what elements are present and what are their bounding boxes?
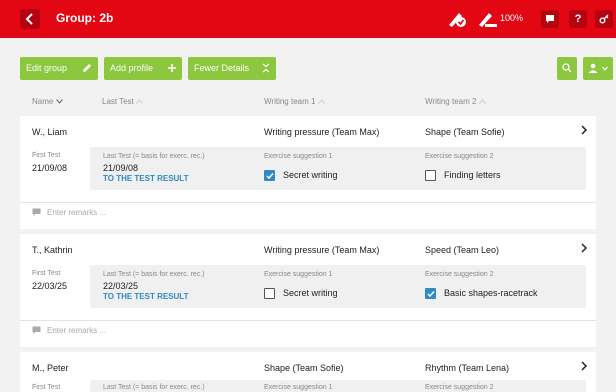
writing-team-2-value: Rhythm (Team Lena)	[425, 363, 510, 373]
column-header-writing-team-1[interactable]: Writing team 1	[264, 97, 325, 106]
sort-up-icon	[136, 99, 143, 104]
remarks-input[interactable]: Enter remarks ...	[47, 208, 106, 217]
edit-group-label: Edit group	[26, 63, 68, 73]
pen-check-icon[interactable]	[446, 10, 468, 28]
test-details-box: Last Test (= basis for exerc. rec.) 21/0…	[90, 147, 586, 190]
fewer-details-button[interactable]: Fewer Details	[188, 57, 276, 80]
pen-zoom-icon[interactable]	[476, 10, 498, 28]
add-profile-label: Add profile	[110, 63, 154, 73]
edit-group-button[interactable]: Edit group	[20, 57, 98, 80]
settings-button[interactable]	[595, 10, 613, 28]
chevron-right-icon[interactable]	[580, 361, 588, 371]
comment-icon	[32, 208, 41, 216]
student-name: T., Kathrin	[32, 245, 73, 255]
first-test-label: First Test	[32, 270, 61, 277]
checkmark-icon	[427, 291, 435, 298]
student-card[interactable]: T., Kathrin Writing pressure (Team Max) …	[20, 234, 596, 347]
column-writing-team-1-label: Writing team 1	[264, 97, 316, 106]
remarks-input[interactable]: Enter remarks ...	[47, 326, 106, 335]
key-icon	[599, 14, 609, 24]
user-icon	[588, 63, 598, 73]
user-menu-button[interactable]	[583, 57, 613, 80]
divider	[20, 202, 596, 203]
last-test-date: 21/09/08	[103, 163, 139, 173]
sort-down-icon	[55, 99, 63, 104]
writing-team-1-value: Writing pressure (Team Max)	[264, 127, 380, 137]
search-button[interactable]	[557, 57, 577, 80]
sort-up-icon	[317, 99, 325, 104]
exercise-1-label: Exercise suggestion 1	[264, 271, 333, 278]
exercise-1-name: Secret writing	[283, 288, 338, 298]
writing-team-2-value: Speed (Team Leo)	[425, 245, 500, 255]
help-button[interactable]: ?	[569, 10, 587, 28]
chevron-left-icon	[25, 13, 33, 25]
page-title: Group: 2b	[56, 11, 114, 25]
collapse-icon	[262, 63, 270, 73]
exercise-2-label: Exercise suggestion 2	[425, 384, 494, 391]
pencil-icon	[83, 64, 91, 72]
comment-button[interactable]	[541, 10, 559, 28]
first-test-date: 22/03/25	[32, 281, 68, 291]
chevron-right-icon[interactable]	[580, 125, 588, 135]
fewer-details-label: Fewer Details	[194, 63, 250, 73]
exercise-2-label: Exercise suggestion 2	[425, 153, 494, 160]
top-bar: Group: 2b 100% ?	[0, 0, 616, 38]
last-test-label: Last Test (= basis for exerc. rec.)	[103, 384, 205, 391]
exercise-1-checkbox[interactable]	[264, 288, 275, 299]
exercise-2-name: Finding letters	[444, 170, 501, 180]
exercise-1-checkbox[interactable]	[264, 170, 275, 181]
test-details-box: Last Test (= basis for exerc. rec.) 22/0…	[90, 265, 586, 308]
writing-team-2-value: Shape (Team Sofie)	[425, 127, 505, 137]
column-header-name[interactable]: Name	[32, 97, 63, 106]
test-result-link[interactable]: TO THE TEST RESULT	[103, 292, 188, 301]
last-test-label: Last Test (= basis for exerc. rec.)	[103, 153, 205, 160]
plus-icon	[168, 64, 176, 72]
last-test-label: Last Test (= basis for exerc. rec.)	[103, 271, 205, 278]
sort-up-icon	[478, 99, 486, 104]
zoom-level: 100%	[500, 13, 524, 23]
exercise-2-checkbox[interactable]	[425, 288, 436, 299]
exercise-2-label: Exercise suggestion 2	[425, 271, 494, 278]
column-header-last-test[interactable]: Last Test	[102, 97, 143, 106]
last-test-date: 22/03/25	[103, 281, 139, 291]
chevron-right-icon[interactable]	[580, 243, 588, 253]
chevron-down-icon	[602, 66, 608, 71]
student-name: M., Peter	[32, 363, 69, 373]
first-test-date: 21/09/08	[32, 163, 68, 173]
writing-team-1-value: Shape (Team Sofie)	[264, 363, 344, 373]
column-name-label: Name	[32, 97, 54, 106]
exercise-2-name: Basic shapes-racetrack	[444, 288, 538, 298]
first-test-label: First Test	[32, 384, 61, 391]
student-name: W., Liam	[32, 127, 68, 137]
exercise-2-checkbox[interactable]	[425, 170, 436, 181]
column-last-test-label: Last Test	[102, 97, 134, 106]
test-result-link[interactable]: TO THE TEST RESULT	[103, 174, 188, 183]
checkmark-icon	[266, 173, 274, 180]
column-writing-team-2-label: Writing team 2	[425, 97, 477, 106]
writing-team-1-value: Writing pressure (Team Max)	[264, 245, 380, 255]
comment-icon	[546, 15, 554, 23]
column-header-writing-team-2[interactable]: Writing team 2	[425, 97, 486, 106]
test-details-box: Last Test (= basis for exerc. rec.) Exer…	[90, 380, 586, 392]
student-card[interactable]: M., Peter Shape (Team Sofie) Rhythm (Tea…	[20, 352, 596, 392]
student-card[interactable]: W., Liam Writing pressure (Team Max) Sha…	[20, 116, 596, 229]
back-button[interactable]	[20, 9, 40, 29]
comment-icon	[32, 326, 41, 334]
add-profile-button[interactable]: Add profile	[104, 57, 182, 80]
exercise-1-name: Secret writing	[283, 170, 338, 180]
search-icon	[562, 63, 572, 73]
exercise-1-label: Exercise suggestion 1	[264, 384, 333, 391]
exercise-1-label: Exercise suggestion 1	[264, 153, 333, 160]
divider	[20, 320, 596, 321]
first-test-label: First Test	[32, 152, 61, 159]
